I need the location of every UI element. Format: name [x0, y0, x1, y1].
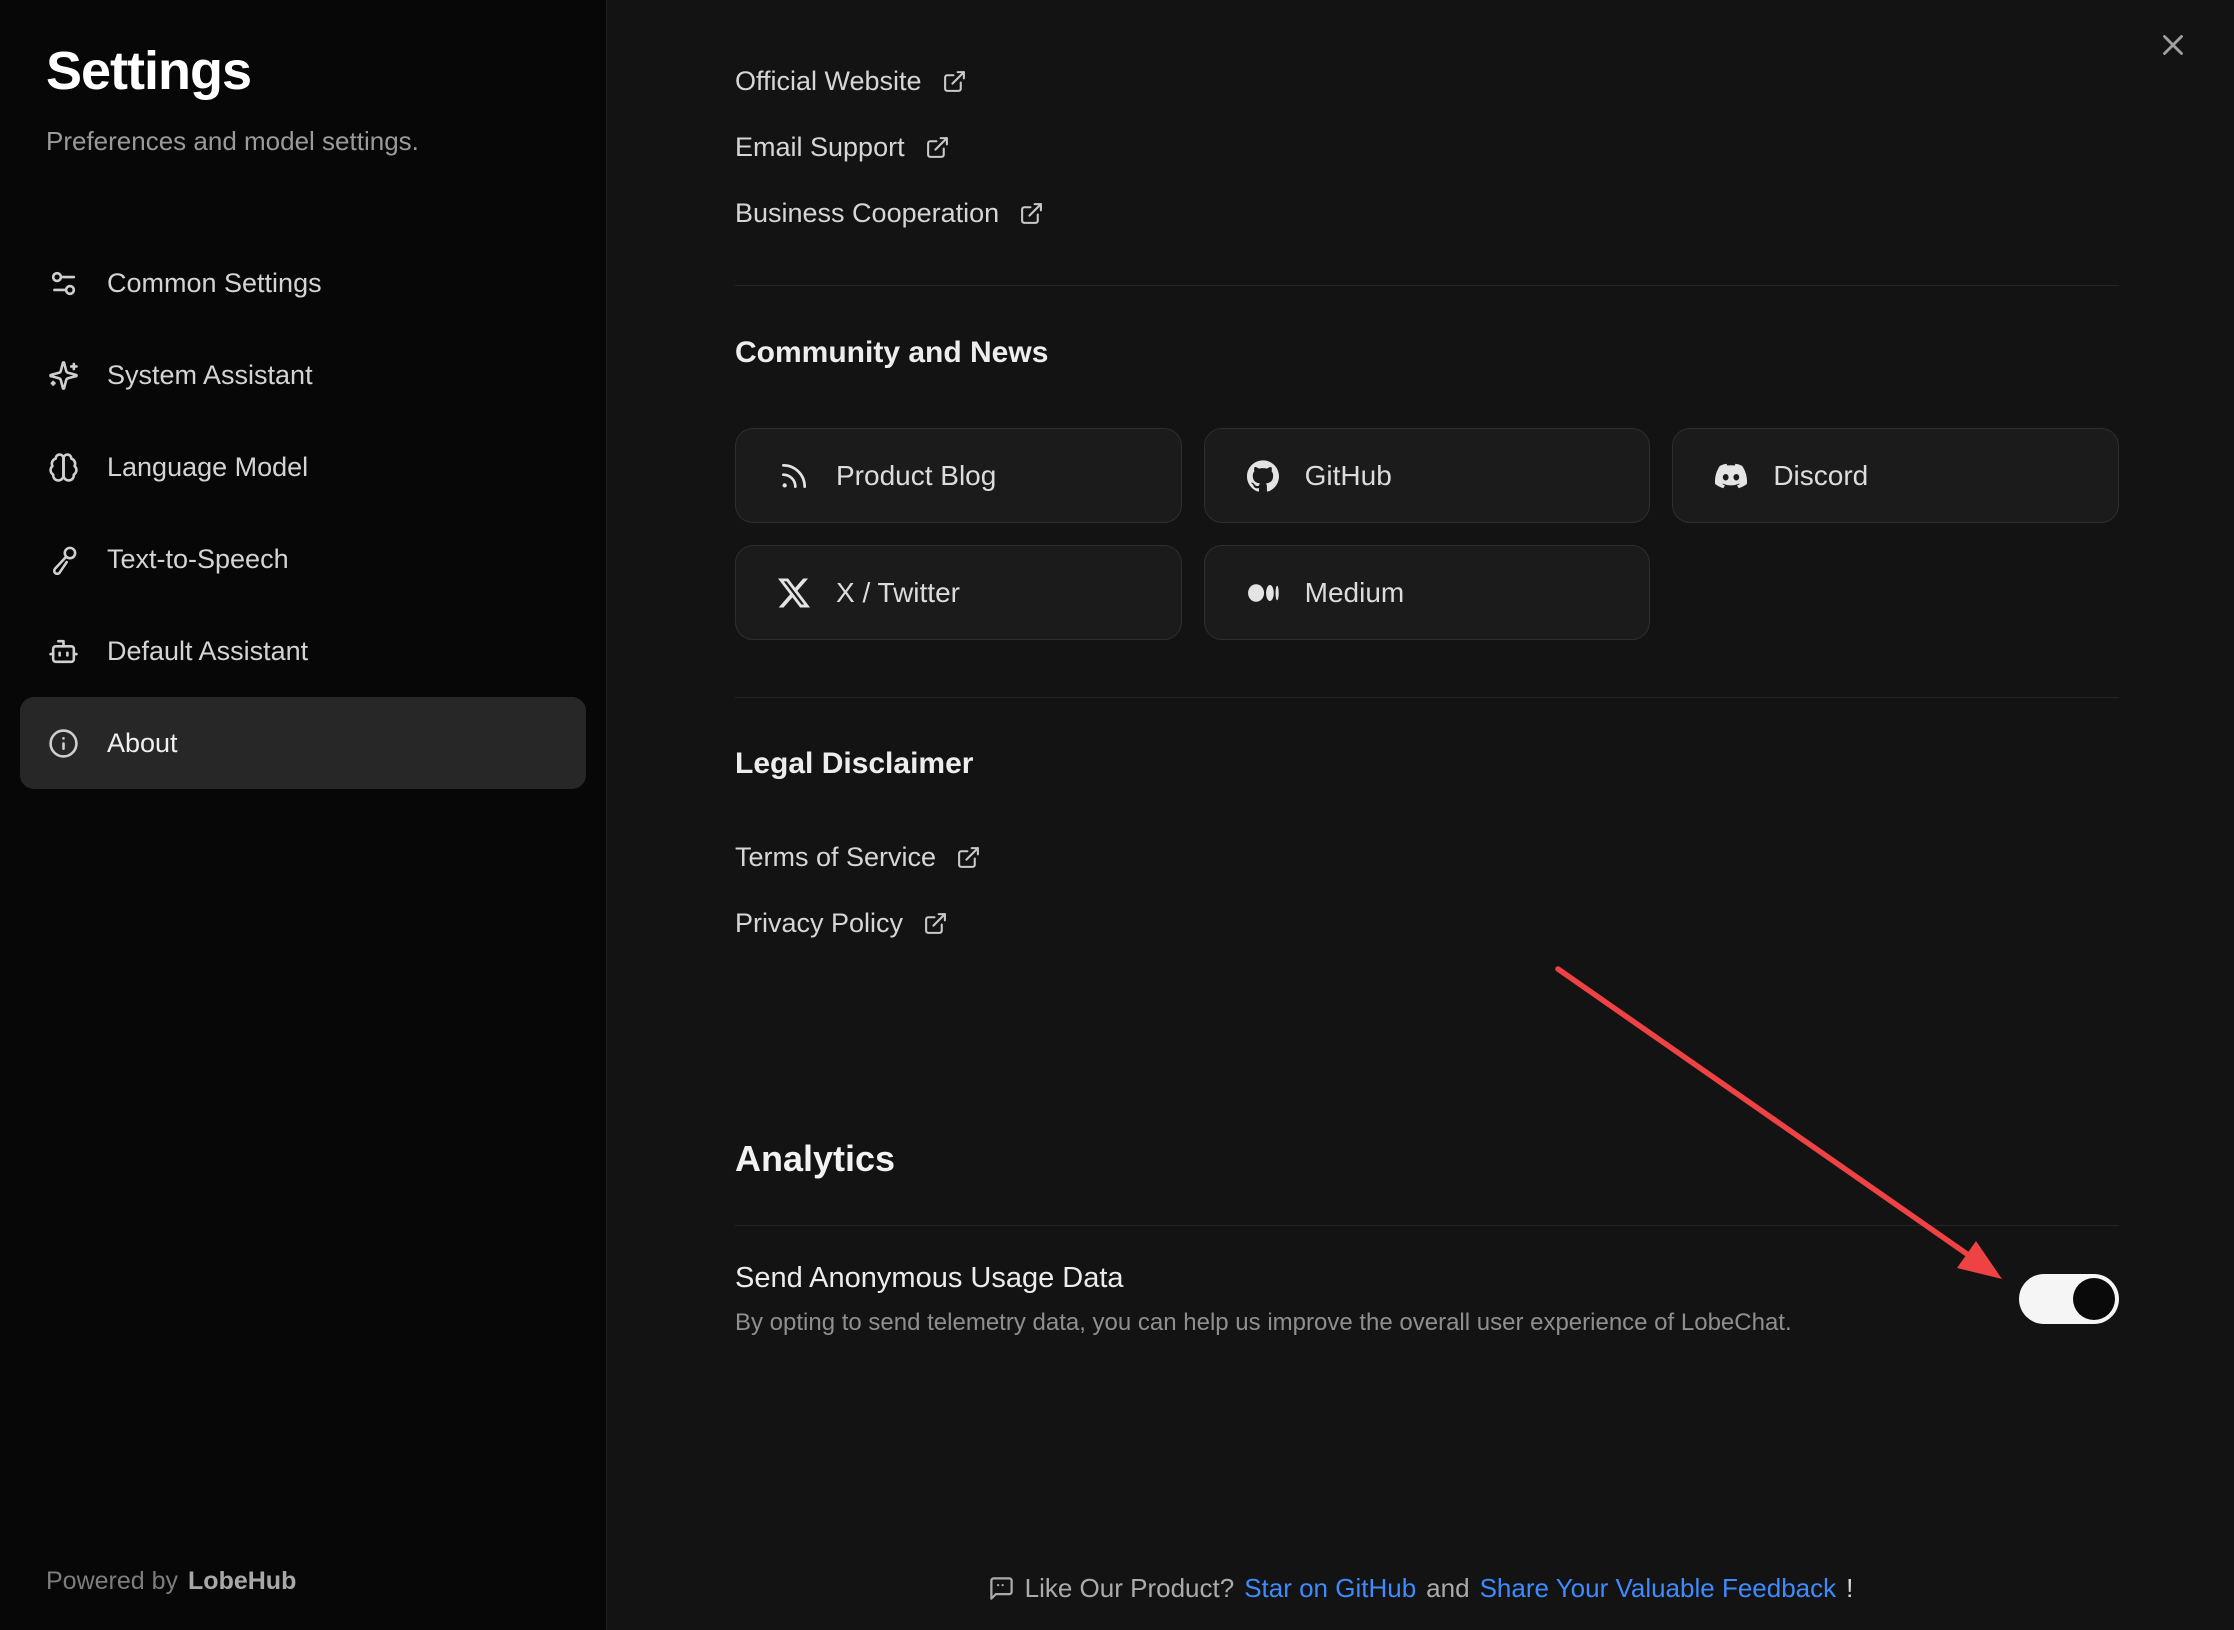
feedback-footer: Like Our Product? Star on GitHub and Sha… — [607, 1573, 2234, 1604]
footer-text: ! — [1846, 1573, 1853, 1604]
brain-icon — [48, 452, 79, 483]
link-label: Official Website — [735, 66, 922, 97]
share-feedback-link[interactable]: Share Your Valuable Feedback — [1480, 1573, 1837, 1604]
external-link-icon — [923, 911, 948, 936]
toggle-knob — [2073, 1278, 2115, 1320]
sidebar-item-label: Common Settings — [107, 268, 322, 299]
message-square-icon — [988, 1575, 1015, 1602]
mic-icon — [48, 544, 79, 575]
close-button[interactable] — [2150, 22, 2196, 68]
settings-menu: Common Settings System Assistant Languag… — [20, 237, 586, 789]
terms-of-service-link[interactable]: Terms of Service — [735, 824, 981, 890]
section-divider — [735, 697, 2119, 698]
sidebar-item-label: Language Model — [107, 452, 308, 483]
page-subtitle: Preferences and model settings. — [46, 126, 586, 157]
settings-sidebar: Settings Preferences and model settings.… — [0, 0, 607, 1630]
product-blog-button[interactable]: Product Blog — [735, 428, 1182, 523]
sparkles-icon — [48, 360, 79, 391]
external-link-icon — [956, 845, 981, 870]
x-icon — [778, 577, 810, 609]
telemetry-setting-description: By opting to send telemetry data, you ca… — [735, 1308, 1792, 1338]
privacy-policy-link[interactable]: Privacy Policy — [735, 890, 948, 956]
legal-links: Terms of Service Privacy Policy — [735, 824, 2119, 956]
telemetry-toggle[interactable] — [2019, 1274, 2119, 1324]
contact-heading: Contact Us — [735, 0, 2119, 10]
discord-icon — [1715, 460, 1747, 492]
telemetry-setting-row: Send Anonymous Usage Data By opting to s… — [735, 1260, 2119, 1338]
link-label: Privacy Policy — [735, 908, 903, 939]
sliders-icon — [48, 268, 79, 299]
powered-by: Powered by LobeHub — [46, 1567, 296, 1596]
sidebar-item-language-model[interactable]: Language Model — [20, 421, 586, 513]
button-label: Medium — [1305, 577, 1405, 609]
community-buttons: Product Blog GitHub Discord X / Twitter … — [735, 428, 2119, 640]
email-support-link[interactable]: Email Support — [735, 114, 950, 180]
section-divider — [735, 1225, 2119, 1226]
analytics-heading: Analytics — [735, 1137, 2119, 1181]
x-twitter-button[interactable]: X / Twitter — [735, 545, 1182, 640]
button-label: Discord — [1773, 460, 1868, 492]
star-on-github-link[interactable]: Star on GitHub — [1244, 1573, 1416, 1604]
link-label: Terms of Service — [735, 842, 936, 873]
external-link-icon — [1019, 201, 1044, 226]
business-cooperation-link[interactable]: Business Cooperation — [735, 180, 1044, 246]
sidebar-item-common-settings[interactable]: Common Settings — [20, 237, 586, 329]
sidebar-item-label: Default Assistant — [107, 636, 308, 667]
medium-button[interactable]: Medium — [1204, 545, 1651, 640]
contact-links: Official Website Email Support Business … — [735, 48, 2119, 246]
legal-heading: Legal Disclaimer — [735, 744, 2119, 784]
grid-empty-cell — [1672, 545, 2119, 640]
info-icon — [48, 728, 79, 759]
close-icon — [2156, 28, 2190, 62]
button-label: X / Twitter — [836, 577, 960, 609]
sidebar-item-system-assistant[interactable]: System Assistant — [20, 329, 586, 421]
sidebar-item-default-assistant[interactable]: Default Assistant — [20, 605, 586, 697]
sidebar-item-label: Text-to-Speech — [107, 544, 289, 575]
external-link-icon — [925, 135, 950, 160]
about-panel: Contact Us Official Website Email Suppor… — [607, 0, 2234, 1630]
sidebar-item-label: About — [107, 728, 178, 759]
footer-text: and — [1426, 1573, 1469, 1604]
medium-icon — [1247, 577, 1279, 609]
button-label: GitHub — [1305, 460, 1392, 492]
bot-icon — [48, 636, 79, 667]
rss-icon — [778, 460, 810, 492]
sidebar-item-label: System Assistant — [107, 360, 313, 391]
settings-modal: Settings Preferences and model settings.… — [0, 0, 2234, 1630]
telemetry-setting-label: Send Anonymous Usage Data — [735, 1260, 1792, 1296]
official-website-link[interactable]: Official Website — [735, 48, 967, 114]
lobehub-brand: LobeHub — [188, 1567, 296, 1595]
footer-text: Like Our Product? — [1025, 1573, 1235, 1604]
github-icon — [1247, 460, 1279, 492]
sidebar-item-about[interactable]: About — [20, 697, 586, 789]
powered-by-text: Powered by — [46, 1567, 178, 1595]
github-button[interactable]: GitHub — [1204, 428, 1651, 523]
button-label: Product Blog — [836, 460, 996, 492]
sidebar-item-text-to-speech[interactable]: Text-to-Speech — [20, 513, 586, 605]
telemetry-setting-text: Send Anonymous Usage Data By opting to s… — [735, 1260, 1792, 1338]
link-label: Email Support — [735, 132, 905, 163]
external-link-icon — [942, 69, 967, 94]
section-divider — [735, 285, 2119, 286]
discord-button[interactable]: Discord — [1672, 428, 2119, 523]
community-heading: Community and News — [735, 333, 2119, 373]
page-title: Settings — [46, 40, 586, 102]
link-label: Business Cooperation — [735, 198, 999, 229]
